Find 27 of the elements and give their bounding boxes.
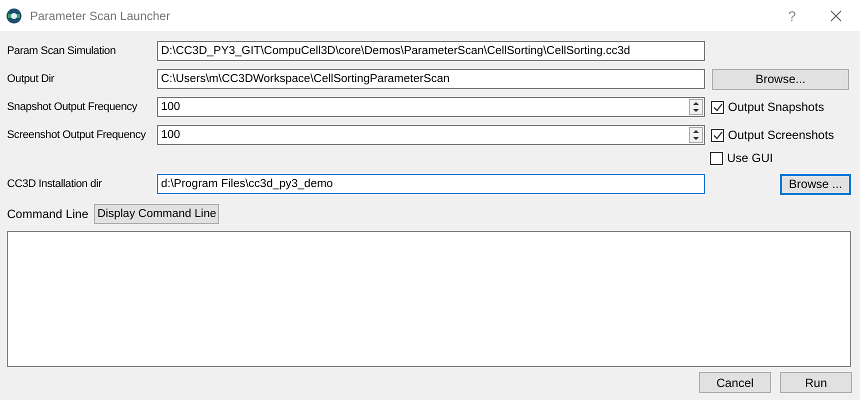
app-logo-icon bbox=[6, 8, 22, 24]
number-field[interactable]: 100 bbox=[157, 125, 705, 145]
dialog-button[interactable]: Run bbox=[780, 372, 852, 393]
browse-button[interactable]: Browse ... bbox=[780, 174, 851, 194]
close-icon[interactable] bbox=[830, 10, 842, 22]
path-field[interactable]: D:\CC3D_PY3_GIT\CompuCell3D\core\Demos\ParameterScan\CellSorting\CellSorting.cc3d bbox=[157, 41, 705, 61]
spin-arrows-icon[interactable] bbox=[689, 127, 703, 143]
browse-button[interactable]: Browse... bbox=[712, 68, 849, 90]
display-command-line-button[interactable]: Display Command Line bbox=[94, 204, 220, 224]
command-line-label: Command Line bbox=[7, 207, 88, 221]
spin-arrows-icon[interactable] bbox=[689, 99, 703, 115]
help-button[interactable]: ? bbox=[772, 8, 812, 24]
field-label: Param Scan Simulation bbox=[7, 45, 117, 57]
field-label: CC3D Installation dir bbox=[7, 178, 103, 190]
checkbox[interactable]: Use GUI bbox=[710, 151, 774, 165]
checkmark-icon bbox=[712, 102, 722, 112]
dialog-button[interactable]: Cancel bbox=[699, 372, 771, 393]
checkbox[interactable]: Output Snapshots bbox=[711, 100, 824, 114]
checkbox[interactable]: Output Screenshots bbox=[711, 128, 834, 142]
number-field[interactable]: 100 bbox=[157, 97, 705, 117]
field-label: Snapshot Output Frequency bbox=[7, 101, 138, 113]
field-label: Screenshot Output Frequency bbox=[7, 129, 147, 141]
checkmark-icon bbox=[712, 130, 722, 140]
window-title: Parameter Scan Launcher bbox=[30, 8, 172, 22]
path-field[interactable]: d:\Program Files\cc3d_py3_demo bbox=[157, 174, 705, 194]
field-label: Output Dir bbox=[7, 73, 56, 85]
path-field[interactable]: C:\Users\m\CC3DWorkspace\CellSortingParameterScan bbox=[157, 69, 705, 89]
